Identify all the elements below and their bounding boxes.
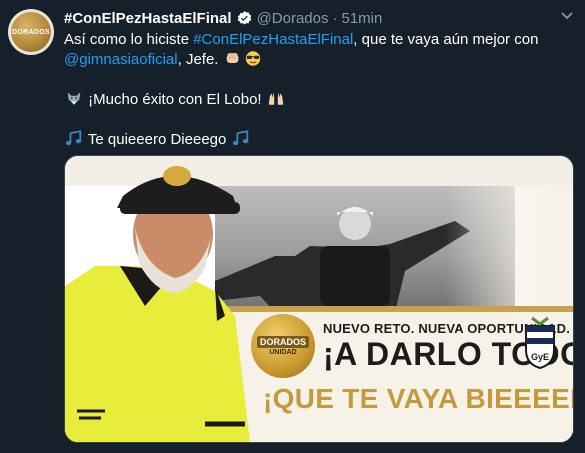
avatar-label: DORADOS (12, 28, 50, 36)
music-note-icon (232, 130, 248, 146)
media-fade (445, 186, 573, 312)
fist-emoji-icon (226, 53, 239, 63)
sunglasses-emoji-icon (245, 51, 260, 66)
verified-badge-icon (237, 10, 251, 25)
hashtag-link[interactable]: #ConElPezHastaElFinal (193, 31, 353, 48)
caption-gold: ¡QUE TE VAYA BIEEEEEN CHILO! (263, 383, 573, 414)
tweet-media-image[interactable]: DORADOS UNIDAD NUEVO RETO. NUEVA OPORTUN… (64, 155, 574, 443)
text-segment: Te quieeero Dieeego (87, 131, 227, 148)
logo-sublabel: UNIDAD (269, 348, 297, 356)
separator-dot: · (332, 9, 338, 27)
text-segment: Así como lo hiciste (64, 31, 194, 48)
tweet-header: #ConElPezHastaElFinal @Dorados · 51min (64, 8, 576, 28)
author-name[interactable]: #ConElPezHastaElFinal (64, 10, 232, 27)
text-line-4: Te quieeero Dieeego (64, 130, 576, 150)
dorados-avatar-logo: DORADOS (11, 12, 51, 52)
tweet[interactable]: DORADOS #ConElPezHastaElFinal @Dorados ·… (0, 0, 585, 453)
text-segment: , Jefe. (177, 51, 219, 68)
tweet-text: Así como lo hiciste #ConElPezHastaElFina… (64, 30, 576, 150)
text-line-1: Así como lo hiciste #ConElPezHastaElFina… (64, 30, 576, 50)
wolf-emoji-icon (67, 92, 81, 105)
text-segment: , que te vaya aún mejor con (353, 31, 539, 48)
text-line-2: @gimnasiaoficial, Jefe. (64, 50, 576, 70)
chevron-down-icon[interactable] (560, 8, 574, 24)
author-handle[interactable]: @Dorados (257, 10, 329, 27)
text-segment: ¡Mucho éxito con El Lobo! (88, 91, 262, 108)
mention-link[interactable]: @gimnasiaoficial (64, 51, 178, 68)
avatar[interactable]: DORADOS (8, 9, 54, 55)
logo-label: DORADOS (256, 335, 309, 348)
svg-text:GyE: GyE (531, 352, 549, 362)
music-note-icon (65, 130, 82, 146)
raised-hands-emoji-icon (268, 92, 283, 105)
text-line-3: ¡Mucho éxito con El Lobo! (64, 90, 576, 110)
dorados-logo: DORADOS UNIDAD (251, 314, 315, 378)
gimnasia-shield-icon: GyE (525, 316, 555, 370)
coach-figure (65, 166, 250, 442)
tweet-timestamp[interactable]: 51min (342, 10, 383, 27)
tweet-content: #ConElPezHastaElFinal @Dorados · 51min A… (64, 8, 576, 150)
